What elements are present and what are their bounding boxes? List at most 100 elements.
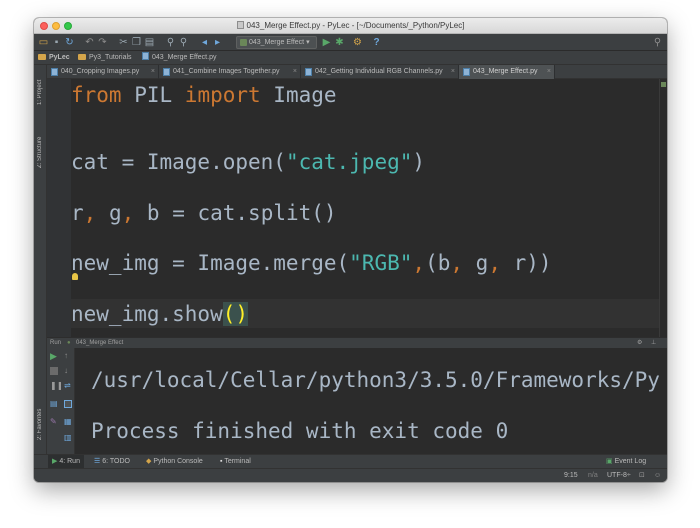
- rerun-icon[interactable]: ▶: [50, 352, 58, 361]
- tool-window-bar: ▶ 4: Run ☰ 6: TODO ◆ Python Console ▪ Te…: [34, 454, 667, 468]
- code-text: g: [463, 251, 489, 275]
- python-console-tool-tab[interactable]: ◆ Python Console: [146, 455, 203, 468]
- terminal-icon: ▪: [220, 458, 223, 465]
- print-icon[interactable]: ▦: [64, 418, 72, 426]
- close-icon[interactable]: ×: [547, 65, 551, 79]
- todo-tool-tab[interactable]: ☰ 6: TODO: [94, 455, 130, 468]
- navigation-bar: PyLec Py3_Tutorials 043_Merge Effect.py: [34, 51, 667, 65]
- comma: ,: [83, 201, 97, 225]
- close-icon[interactable]: ×: [151, 65, 155, 79]
- folder-open-icon[interactable]: ▭: [38, 37, 49, 48]
- code-text: ): [412, 150, 426, 174]
- close-icon[interactable]: ×: [451, 65, 455, 79]
- down-arrow-icon[interactable]: ↓: [64, 367, 72, 375]
- tool-tab-label: 6: TODO: [102, 458, 130, 465]
- project-tool-tab[interactable]: 1: Project: [34, 69, 47, 115]
- terminal-tool-tab[interactable]: ▪ Terminal: [220, 455, 251, 468]
- string-quote: ": [349, 251, 362, 275]
- tab-label: 040_Cropping Images.py: [61, 68, 140, 75]
- scroll-to-end-icon[interactable]: [64, 400, 72, 408]
- comma: ,: [488, 251, 501, 275]
- tab-cropping-images[interactable]: 040_Cropping Images.py ×: [47, 65, 159, 79]
- vcs-icon[interactable]: ⚙: [352, 37, 363, 48]
- tab-combine-images[interactable]: 041_Combine Images Together.py ×: [159, 65, 301, 79]
- comma: ,: [412, 251, 426, 275]
- event-log-tool-tab[interactable]: ▣ Event Log: [606, 455, 646, 468]
- string-literal: RGB: [361, 251, 400, 275]
- tab-label: 041_Combine Images Together.py: [173, 68, 280, 75]
- breadcrumb-label: 043_Merge Effect.py: [152, 54, 217, 61]
- breadcrumb-project[interactable]: PyLec: [38, 51, 70, 64]
- minimize-window-button[interactable]: [52, 22, 60, 30]
- editor-tabs: 040_Cropping Images.py × 041_Combine Imag…: [47, 65, 667, 79]
- close-icon[interactable]: ×: [293, 65, 297, 79]
- keyword: from: [71, 83, 122, 107]
- lightbulb-icon[interactable]: [72, 273, 78, 280]
- inspector-icon[interactable]: ☺: [654, 469, 661, 482]
- trash-icon[interactable]: ▥: [64, 434, 72, 442]
- breadcrumb-folder[interactable]: Py3_Tutorials: [78, 51, 132, 64]
- tool-tab-label: 4: Run: [59, 458, 80, 465]
- run-panel-config: 043_Merge Effect: [76, 340, 124, 346]
- copy-icon[interactable]: ❐: [131, 37, 142, 48]
- replace-icon[interactable]: ⚲: [178, 37, 189, 48]
- tab-rgb-channels[interactable]: 042_Getting Individual RGB Channels.py ×: [301, 65, 459, 79]
- dump-threads-icon[interactable]: ▤: [50, 400, 58, 408]
- string-quote: ": [285, 150, 299, 174]
- search-icon[interactable]: ⚲: [652, 37, 663, 48]
- help-icon[interactable]: ?: [371, 37, 382, 48]
- console-line-interpreter: /usr/local/Cellar/python3/3.5.0/Framewor…: [91, 368, 660, 392]
- breadcrumb-label: PyLec: [49, 54, 70, 61]
- sync-icon[interactable]: ↻: [64, 37, 75, 48]
- pin-icon[interactable]: ✎: [50, 418, 58, 426]
- lock-icon[interactable]: ⊡: [639, 469, 645, 482]
- tab-merge-effect[interactable]: 043_Merge Effect.py ×: [459, 65, 555, 79]
- breadcrumb-label: Py3_Tutorials: [89, 54, 132, 61]
- todo-icon: ☰: [94, 458, 101, 465]
- back-icon[interactable]: ◂: [199, 37, 210, 48]
- run-toolbar-primary: ▶ ❚❚ ▤ ✎: [47, 348, 63, 454]
- folder-icon: [78, 54, 86, 60]
- editor-gutter[interactable]: [47, 79, 71, 337]
- stop-icon[interactable]: [50, 367, 58, 375]
- up-arrow-icon[interactable]: ↑: [64, 352, 72, 360]
- run-icon[interactable]: ▶: [321, 37, 332, 48]
- ide-window: 043_Merge Effect.py - PyLec - [~/Documen…: [34, 18, 667, 482]
- line-separator-status[interactable]: n/a: [588, 469, 598, 482]
- find-icon[interactable]: ⚲: [165, 37, 176, 48]
- cursor-position[interactable]: 9:15: [564, 469, 578, 482]
- structure-tool-tab[interactable]: Z: Structure: [34, 127, 47, 177]
- code-line-2: cat = Image.open("cat.jpeg"): [71, 147, 425, 177]
- file-encoding[interactable]: UTF-8÷: [607, 469, 631, 482]
- python-file-icon: [51, 68, 58, 76]
- code-editor[interactable]: from PIL import Image cat = Image.open("…: [71, 79, 659, 337]
- close-window-button[interactable]: [40, 22, 48, 30]
- python-icon: ●: [67, 340, 71, 346]
- save-icon[interactable]: ▪: [51, 37, 62, 48]
- code-text: r)): [500, 251, 552, 275]
- undo-icon[interactable]: ↶: [84, 37, 95, 48]
- forward-icon[interactable]: ▸: [212, 37, 223, 48]
- code-line-5: new_img.show(): [71, 299, 249, 329]
- code-text: g: [96, 201, 122, 225]
- paste-icon[interactable]: ▤: [144, 37, 155, 48]
- error-stripe[interactable]: [659, 79, 667, 337]
- zoom-window-button[interactable]: [64, 22, 72, 30]
- debug-icon[interactable]: ✱: [334, 37, 345, 48]
- code-text: b = cat.split(): [134, 201, 337, 225]
- run-console-output[interactable]: /usr/local/Cellar/python3/3.5.0/Framewor…: [75, 348, 667, 454]
- string-quote: ": [399, 251, 413, 275]
- hide-panel-icon[interactable]: ⊥: [651, 338, 656, 348]
- run-configuration-select[interactable]: 043_Merge Effect ▾: [236, 36, 317, 49]
- tab-label: 043_Merge Effect.py: [473, 68, 538, 75]
- redo-icon[interactable]: ↷: [97, 37, 108, 48]
- run-toolbar-secondary: ↑ ↓ ⇌ ▦ ▥: [61, 348, 75, 454]
- pause-icon[interactable]: ❚❚: [50, 382, 63, 390]
- cut-icon[interactable]: ✂: [118, 37, 129, 48]
- soft-wrap-icon[interactable]: ⇌: [64, 382, 72, 390]
- run-tool-tab[interactable]: ▶ 4: Run: [48, 455, 84, 468]
- favorites-tool-tab[interactable]: 2: Favorites: [34, 401, 47, 447]
- breadcrumb-file[interactable]: 043_Merge Effect.py: [142, 51, 216, 64]
- event-log-icon: ▣: [606, 458, 613, 465]
- gear-icon[interactable]: ⚙: [637, 338, 642, 348]
